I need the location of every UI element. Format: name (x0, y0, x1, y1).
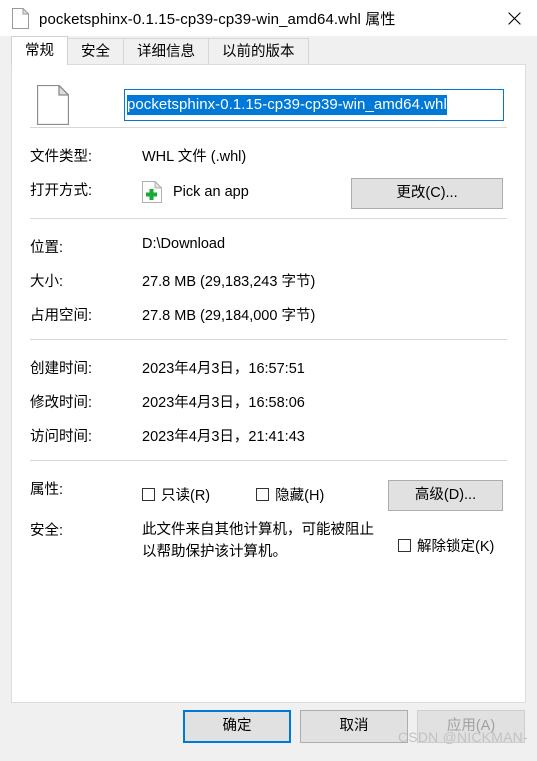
location-label: 位置: (30, 240, 64, 256)
security-message-line2: 以帮助保护该计算机。 (142, 544, 287, 561)
filename-value: pocketsphinx-0.1.15-cp39-cp39-win_amd64.… (127, 95, 447, 115)
file-type-value: WHL 文件 (.whl) (142, 149, 247, 165)
accessed-row: 访问时间: 2023年4月3日，21:41:43 (12, 417, 525, 460)
security-row: 安全: 此文件来自其他计算机，可能被阻止 以帮助保护该计算机。 解除锁定(K) (12, 511, 525, 565)
open-with-value-group: Pick an app 更改(C)... (142, 171, 507, 209)
checkbox-box-icon (256, 487, 270, 501)
tab-security[interactable]: 安全 (67, 38, 124, 65)
size-on-disk-value: 27.8 MB (29,184,000 字节) (142, 308, 316, 324)
advanced-button[interactable]: 高级(D)... (388, 480, 503, 511)
tab-previous-versions[interactable]: 以前的版本 (208, 38, 309, 65)
readonly-label: 只读(R) (161, 487, 211, 504)
accessed-value: 2023年4月3日，21:41:43 (142, 429, 305, 445)
tab-general[interactable]: 常规 (11, 36, 68, 65)
size-on-disk-row: 占用空间: 27.8 MB (29,184,000 字节) (12, 296, 525, 339)
file-icon (12, 6, 30, 29)
large-file-icon (36, 83, 71, 126)
general-tab-panel: pocketsphinx-0.1.15-cp39-cp39-win_amd64.… (11, 64, 526, 703)
security-label: 安全: (30, 523, 64, 539)
hidden-label: 隐藏(H) (275, 487, 325, 504)
open-with-label: 打开方式: (30, 183, 93, 199)
location-row: 位置: D:\Download (12, 219, 525, 262)
size-on-disk-label: 占用空间: (30, 308, 93, 324)
tab-strip: 常规 安全 详细信息 以前的版本 (0, 36, 537, 65)
file-type-row: 文件类型: WHL 文件 (.whl) (12, 128, 525, 171)
accessed-label: 访问时间: (30, 429, 93, 445)
file-type-label: 文件类型: (30, 149, 93, 165)
modified-row: 修改时间: 2023年4月3日，16:58:06 (12, 383, 525, 417)
window-title: pocketsphinx-0.1.15-cp39-cp39-win_amd64.… (39, 10, 396, 28)
unblock-checkbox[interactable]: 解除锁定(K) (398, 511, 494, 556)
dialog-footer: 确定 取消 应用(A) (0, 710, 537, 761)
ok-button[interactable]: 确定 (183, 710, 291, 743)
attributes-row: 属性: 只读(R) 隐藏(H) 高级(D)... (12, 461, 525, 511)
unblock-label: 解除锁定(K) (417, 539, 495, 555)
filename-input[interactable]: pocketsphinx-0.1.15-cp39-cp39-win_amd64.… (124, 89, 504, 121)
attributes-label: 属性: (30, 482, 64, 498)
open-with-app-name: Pick an app (173, 184, 249, 200)
size-value: 27.8 MB (29,183,243 字节) (142, 274, 316, 290)
created-row: 创建时间: 2023年4月3日，16:57:51 (12, 340, 525, 383)
checkbox-box-icon (398, 539, 411, 552)
title-bar: pocketsphinx-0.1.15-cp39-cp39-win_amd64.… (0, 0, 537, 36)
modified-value: 2023年4月3日，16:58:06 (142, 395, 305, 411)
location-value: D:\Download (142, 236, 226, 252)
checkbox-box-icon (142, 487, 155, 501)
security-message: 此文件来自其他计算机，可能被阻止 以帮助保护该计算机。 (142, 511, 392, 564)
filename-row: pocketsphinx-0.1.15-cp39-cp39-win_amd64.… (12, 65, 525, 127)
hidden-checkbox[interactable]: 隐藏(H) (256, 484, 324, 505)
attributes-group: 只读(R) 隐藏(H) 高级(D)... (142, 470, 507, 511)
open-with-row: 打开方式: Pick an app 更改(C)... (12, 171, 525, 218)
tab-details[interactable]: 详细信息 (123, 38, 209, 65)
close-icon[interactable] (491, 0, 537, 36)
modified-label: 修改时间: (30, 395, 93, 411)
cancel-button[interactable]: 取消 (300, 710, 408, 743)
readonly-checkbox[interactable]: 只读(R) (142, 484, 210, 505)
apply-button: 应用(A) (417, 710, 525, 743)
size-row: 大小: 27.8 MB (29,183,243 字节) (12, 262, 525, 296)
created-label: 创建时间: (30, 361, 93, 377)
size-label: 大小: (30, 274, 64, 290)
pick-an-app-icon (142, 180, 163, 203)
created-value: 2023年4月3日，16:57:51 (142, 361, 305, 377)
change-button[interactable]: 更改(C)... (351, 178, 503, 209)
security-message-line1: 此文件来自其他计算机，可能被阻止 (142, 522, 374, 538)
